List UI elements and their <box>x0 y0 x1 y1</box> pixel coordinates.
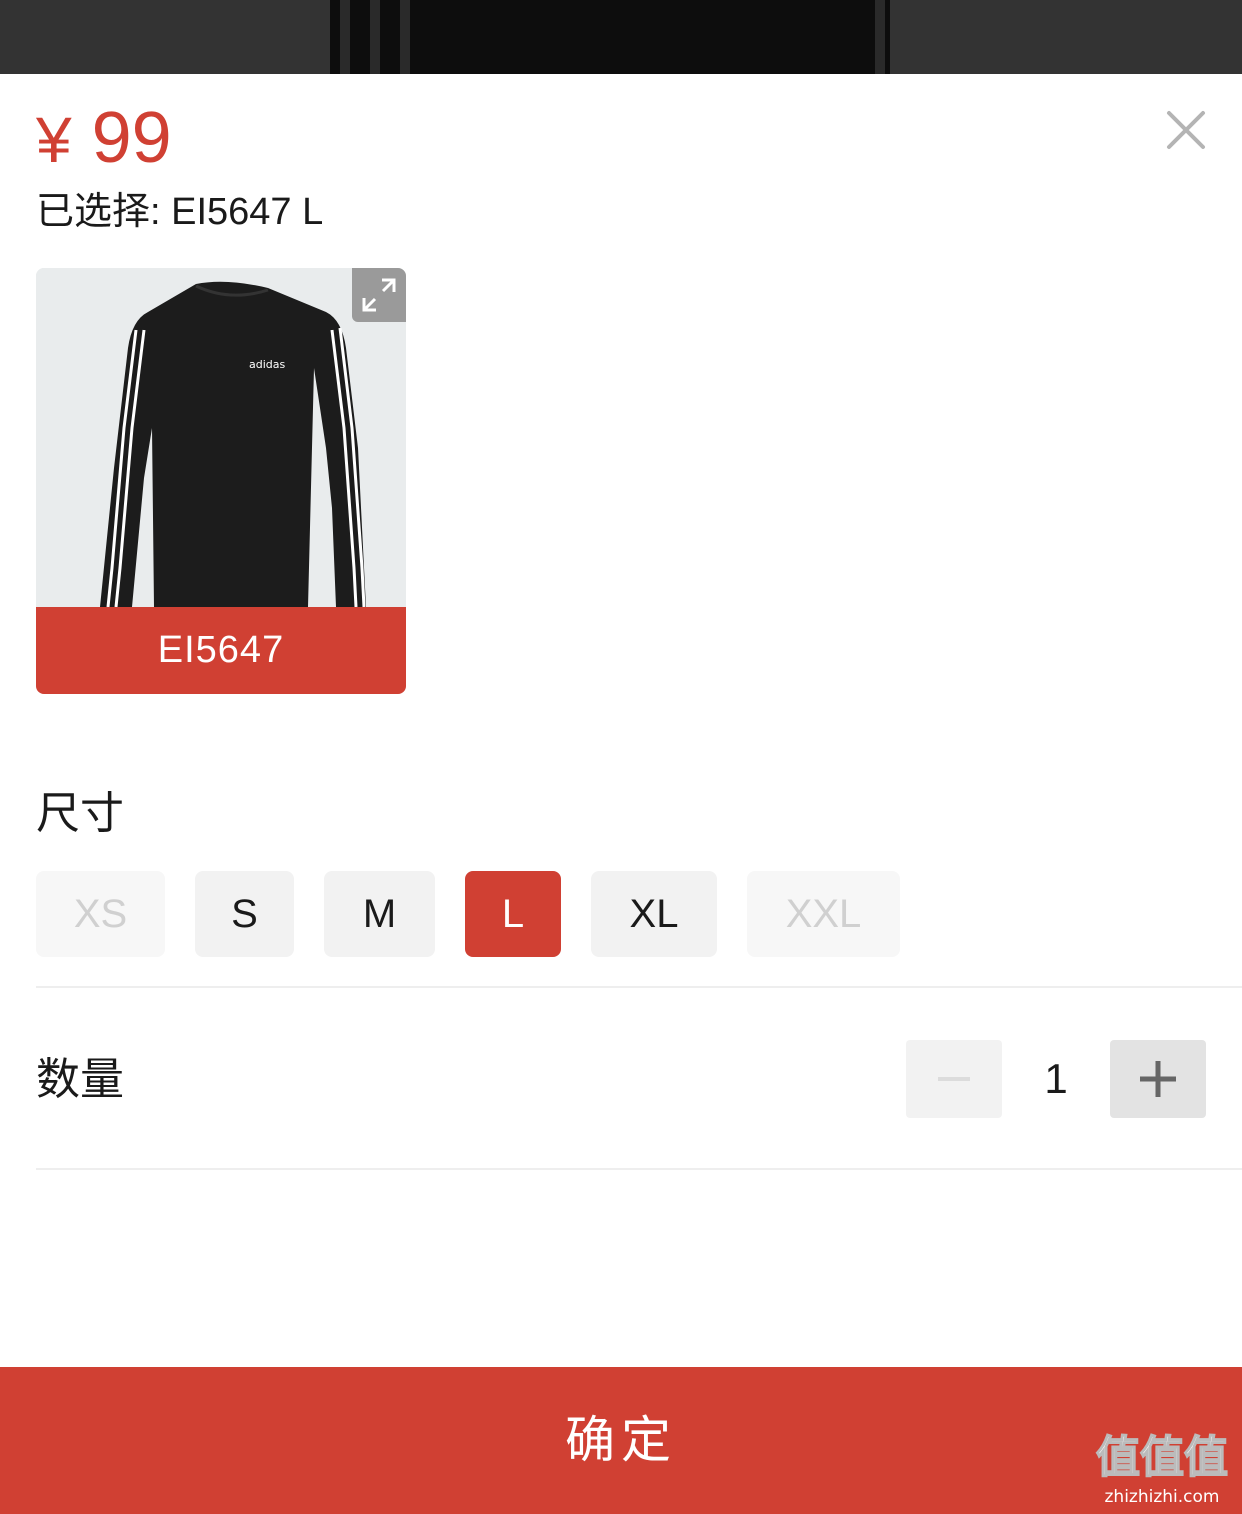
backdrop-stripe <box>875 0 885 74</box>
tshirt-image: adidas <box>36 268 406 608</box>
backdrop-stripe <box>400 0 410 74</box>
quantity-decrease-button[interactable] <box>906 1040 1002 1118</box>
quantity-value: 1 <box>1044 1055 1068 1102</box>
size-option-xxl[interactable]: XXL <box>747 871 900 957</box>
size-option-xl[interactable]: XL <box>591 871 717 957</box>
product-image-backdrop <box>0 0 1242 74</box>
quantity-section-title: 数量 <box>36 1055 124 1104</box>
expand-image-button[interactable] <box>352 268 406 322</box>
section-divider <box>36 1168 1242 1170</box>
variant-code-label: EI5647 <box>36 607 406 694</box>
selected-summary: 已选择: EI5647 L <box>36 191 324 233</box>
size-option-m[interactable]: M <box>324 871 435 957</box>
confirm-button[interactable]: 确定 <box>0 1367 1242 1514</box>
backdrop-shirt <box>330 0 890 74</box>
product-thumbnail: adidas <box>36 268 406 608</box>
quantity-increase-button[interactable] <box>1110 1040 1206 1118</box>
currency-symbol: ¥ <box>36 104 72 176</box>
section-divider <box>36 986 1242 988</box>
variant-option-card[interactable]: adidas EI5647 <box>36 268 406 694</box>
close-icon <box>1167 111 1205 149</box>
expand-icon <box>362 278 396 312</box>
logo-text: adidas <box>249 358 286 371</box>
backdrop-stripe <box>340 0 350 74</box>
close-button[interactable] <box>1160 104 1212 156</box>
backdrop-stripe <box>370 0 380 74</box>
price: ¥99 <box>36 98 172 178</box>
minus-icon <box>938 1077 970 1081</box>
plus-icon <box>1140 1061 1176 1097</box>
sku-selector-sheet: ¥99 已选择: EI5647 L adidas EI5647 尺寸 XS S … <box>0 74 1242 1514</box>
size-option-s[interactable]: S <box>195 871 294 957</box>
size-option-l[interactable]: L <box>465 871 561 957</box>
size-option-xs[interactable]: XS <box>36 871 165 957</box>
size-section-title: 尺寸 <box>36 789 124 838</box>
price-value: 99 <box>91 98 172 178</box>
